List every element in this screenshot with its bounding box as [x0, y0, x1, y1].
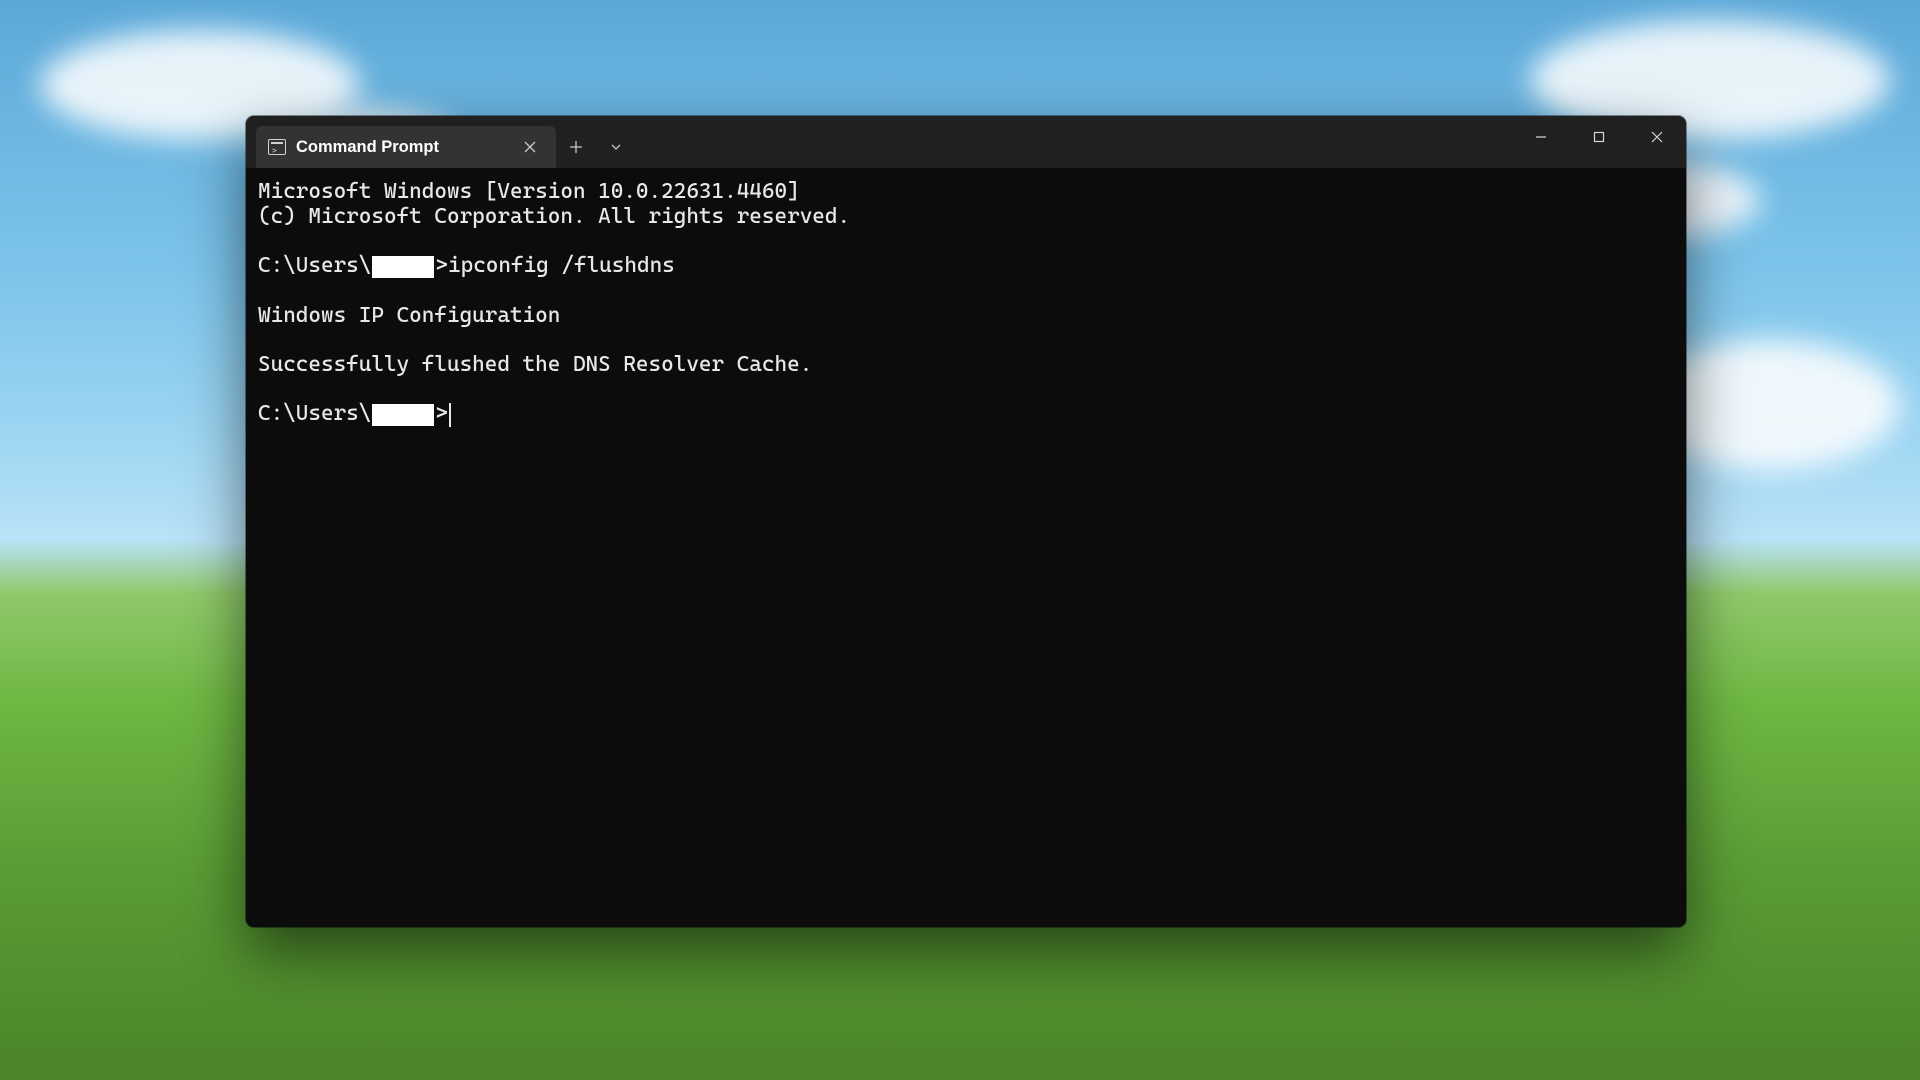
- terminal-output[interactable]: Microsoft Windows [Version 10.0.22631.44…: [246, 168, 1686, 927]
- titlebar[interactable]: Command Prompt: [246, 116, 1686, 168]
- output-line: Successfully flushed the DNS Resolver Ca…: [258, 353, 1674, 378]
- close-window-button[interactable]: [1628, 116, 1686, 158]
- text-cursor: [449, 403, 451, 427]
- prompt-prefix: C:\Users\: [258, 254, 371, 279]
- minimize-icon: [1535, 131, 1547, 143]
- prompt-line: C:\Users\ >: [258, 402, 1674, 427]
- prompt-suffix: >: [435, 254, 448, 279]
- redacted-username: [372, 404, 434, 426]
- command-prompt-icon: [268, 139, 286, 155]
- output-line: Windows IP Configuration: [258, 304, 1674, 329]
- banner-line: (c) Microsoft Corporation. All rights re…: [258, 205, 1674, 230]
- banner-line: Microsoft Windows [Version 10.0.22631.44…: [258, 180, 1674, 205]
- tab-title: Command Prompt: [296, 138, 439, 157]
- blank-line: [258, 328, 1674, 353]
- maximize-icon: [1593, 131, 1605, 143]
- blank-line: [258, 378, 1674, 403]
- terminal-window: Command Prompt Microsoft Windows [Versio…: [246, 116, 1686, 927]
- tab-dropdown-button[interactable]: [596, 126, 636, 168]
- chevron-down-icon: [610, 141, 622, 153]
- prompt-prefix: C:\Users\: [258, 402, 371, 427]
- close-icon: [1651, 131, 1663, 143]
- blank-line: [258, 229, 1674, 254]
- prompt-line: C:\Users\ >ipconfig /flushdns: [258, 254, 1674, 279]
- blank-line: [258, 279, 1674, 304]
- command-text: ipconfig /flushdns: [448, 254, 675, 279]
- close-icon: [524, 141, 536, 153]
- redacted-username: [372, 256, 434, 278]
- maximize-button[interactable]: [1570, 116, 1628, 158]
- tab-command-prompt[interactable]: Command Prompt: [256, 126, 556, 168]
- new-tab-button[interactable]: [556, 126, 596, 168]
- prompt-suffix: >: [435, 402, 448, 427]
- plus-icon: [569, 140, 583, 154]
- tab-close-button[interactable]: [516, 133, 544, 161]
- minimize-button[interactable]: [1512, 116, 1570, 158]
- window-controls: [1512, 116, 1686, 168]
